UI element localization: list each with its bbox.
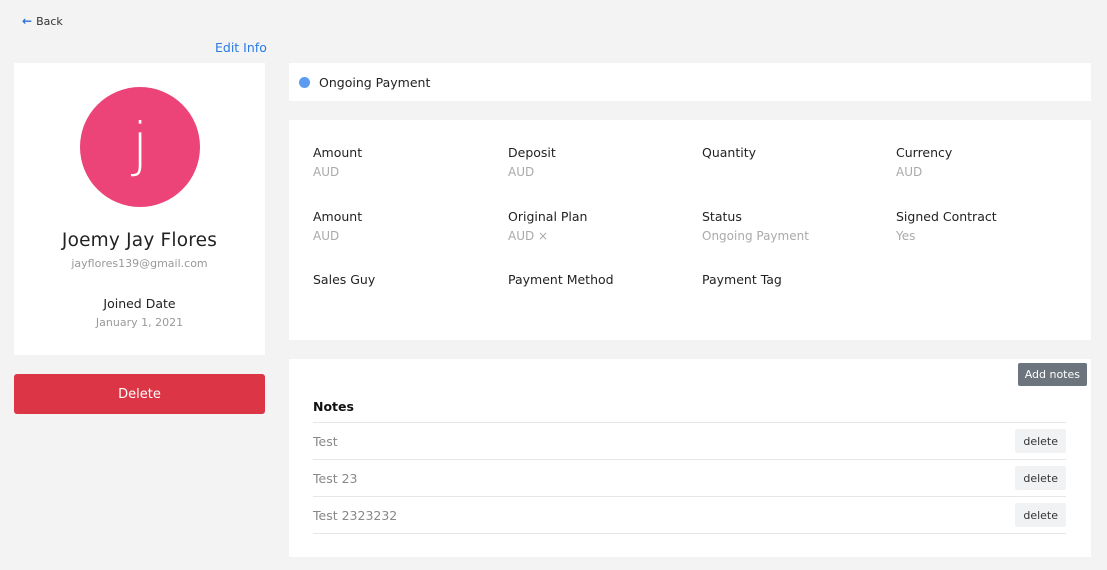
detail-label: Signed Contract [896,209,997,224]
detail-label: Currency [896,145,953,160]
profile-email: jayflores139@gmail.com [71,257,208,270]
edit-info-link[interactable]: Edit Info [215,40,267,55]
detail-label: Original Plan [508,209,588,224]
detail-label: Amount [313,145,363,160]
note-row: Test 23 delete [313,460,1066,497]
detail-sales-guy: Sales Guy [313,272,493,291]
avatar-letter: j [131,110,149,178]
detail-amount-2: Amount AUD [313,209,493,244]
detail-deposit: Deposit AUD [508,145,688,180]
note-delete-button[interactable]: delete [1015,503,1066,527]
notes-list: Test delete Test 23 delete Test 2323232 … [313,422,1066,534]
detail-payment-tag: Payment Tag [702,272,882,291]
detail-label: Payment Method [508,272,614,287]
delete-profile-button[interactable]: Delete [14,374,265,414]
detail-quantity: Quantity [702,145,882,164]
note-row: Test 2323232 delete [313,497,1066,534]
note-text: Test 2323232 [313,507,398,523]
detail-payment-method: Payment Method [508,272,688,291]
detail-currency: Currency AUD [896,145,1076,180]
note-text: Test [313,433,338,449]
notes-title: Notes [313,399,354,414]
note-delete-button[interactable]: delete [1015,429,1066,453]
detail-amount: Amount AUD [313,145,493,180]
detail-label: Amount [313,209,363,224]
status-dot-icon [299,76,310,88]
detail-original-plan: Original Plan AUD × [508,209,688,244]
detail-value: Ongoing Payment [702,229,809,243]
joined-date-label: Joined Date [103,296,176,311]
detail-value: Yes [896,229,916,243]
detail-status: Status Ongoing Payment [702,209,882,244]
back-label: Back [36,14,63,28]
profile-card: j Joemy Jay Flores jayflores139@gmail.co… [14,63,265,355]
details-card: Amount AUD Deposit AUD Quantity Currency… [289,120,1091,340]
note-text: Test 23 [313,470,358,486]
detail-value: AUD [313,229,340,243]
detail-value: AUD [313,165,340,179]
joined-date-value: January 1, 2021 [95,316,184,329]
note-row: Test delete [313,423,1066,460]
detail-label: Status [702,209,742,224]
detail-label: Quantity [702,145,757,160]
detail-value: AUD × [508,229,549,243]
detail-label: Sales Guy [313,272,376,287]
status-text: Ongoing Payment [319,74,431,90]
notes-card: Add notes Notes Test delete Test 23 dele… [289,359,1091,557]
note-delete-button[interactable]: delete [1015,466,1066,490]
detail-label: Deposit [508,145,556,160]
arrow-left-icon: ← [22,14,33,28]
status-bar: Ongoing Payment [289,63,1091,101]
add-notes-button[interactable]: Add notes [1017,363,1087,386]
avatar: j [80,87,200,207]
detail-signed-contract: Signed Contract Yes [896,209,1076,244]
detail-value: AUD [896,165,923,179]
detail-label: Payment Tag [702,272,782,287]
profile-name: Joemy Jay Flores [61,230,218,251]
detail-value: AUD [508,165,535,179]
back-link[interactable]: ← Back [22,14,63,28]
